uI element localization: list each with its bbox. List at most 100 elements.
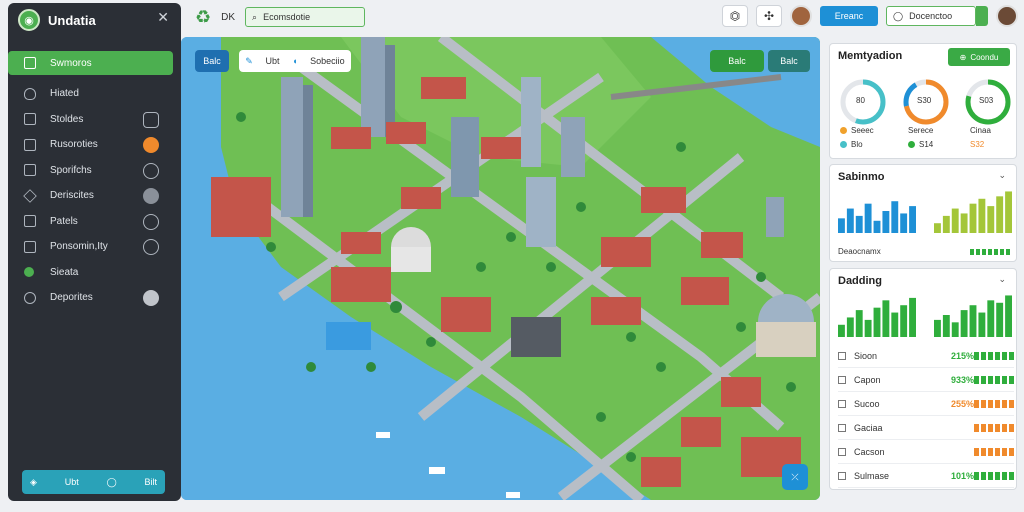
chart-bar bbox=[934, 223, 941, 233]
table-row[interactable]: Gaciaa bbox=[838, 416, 1014, 440]
sidebar-item-label: Sporifchs bbox=[50, 164, 92, 176]
search-submit-button[interactable] bbox=[976, 6, 988, 26]
message-icon[interactable] bbox=[143, 239, 159, 255]
chart-bar bbox=[873, 220, 881, 233]
chart-bar bbox=[1005, 191, 1012, 233]
sidebar-item-4[interactable]: Sporifchs bbox=[8, 158, 181, 184]
gauge-1-value: 80 bbox=[856, 96, 865, 105]
globe-icon bbox=[24, 164, 36, 177]
layer-label-2: Sobeciio bbox=[310, 56, 345, 66]
table-row[interactable]: Capon 933% bbox=[838, 368, 1014, 392]
recycle-icon[interactable]: ♻ bbox=[195, 7, 211, 28]
bell-icon[interactable]: ⏣ bbox=[722, 5, 748, 27]
checkbox[interactable] bbox=[838, 351, 846, 360]
city-map[interactable]: Balc ✎ Ubt ◖ Sobeciio Balc Balc ⤫ bbox=[181, 37, 820, 500]
right-search[interactable]: ◯ Docenctoo bbox=[886, 6, 988, 26]
chevron-down-icon[interactable]: ⌄ bbox=[998, 274, 1006, 285]
shield-icon bbox=[24, 87, 36, 100]
row-bar bbox=[974, 375, 1014, 384]
footer-right-label: Bilt bbox=[144, 477, 157, 487]
edit-icon: ✎ bbox=[245, 55, 253, 66]
search-field[interactable]: ◯ Docenctoo bbox=[886, 6, 976, 26]
metrics-action-label: Coondu bbox=[970, 52, 999, 62]
checkbox[interactable] bbox=[838, 423, 846, 432]
chart-bar bbox=[942, 315, 950, 337]
search-placeholder: Ecomsdotie bbox=[263, 12, 311, 22]
gauge-3-value: S03 bbox=[979, 96, 994, 105]
sidebar-item-8[interactable]: Sieata bbox=[8, 260, 181, 286]
metrics-action-button[interactable]: ⊕ Coondu bbox=[948, 48, 1010, 66]
app-title: Undatia bbox=[48, 12, 96, 28]
refresh-icon[interactable] bbox=[143, 213, 159, 230]
chart-bar bbox=[838, 218, 845, 233]
search-input[interactable]: ⌕ Ecomsdotie bbox=[245, 7, 366, 27]
footer-button[interactable]: ◈ Ubt ◯ Bilt bbox=[22, 470, 165, 494]
chart-bar bbox=[846, 317, 854, 337]
row-bar bbox=[974, 447, 1014, 456]
row-label: Sulmase bbox=[854, 470, 890, 481]
chart-panel-2: Dadding ⌄ Sioon 215% Capon 933% Sucoo 255% Gac… bbox=[829, 268, 1017, 490]
map-action-button-2[interactable]: Balc bbox=[768, 50, 810, 72]
legend-item: Cinaa bbox=[970, 126, 991, 135]
metrics-title: Memtyadion bbox=[838, 50, 903, 62]
sidebar-item-0[interactable]: Swmoros bbox=[8, 51, 173, 75]
status-dot-icon bbox=[24, 267, 34, 278]
layer-toggle[interactable]: ✎ Ubt ◖ Sobeciio bbox=[239, 50, 351, 72]
row-label: Sucoo bbox=[854, 398, 880, 409]
table-row[interactable]: Sulmase 101% bbox=[838, 464, 1014, 488]
edit-icon[interactable] bbox=[143, 290, 159, 306]
chart-1-title: Sabinmo bbox=[838, 171, 885, 183]
sidebar-item-1[interactable]: Hiated bbox=[8, 81, 181, 107]
sidebar-item-label: Patels bbox=[50, 215, 78, 227]
row-percent: 215% bbox=[950, 350, 974, 361]
checkbox[interactable] bbox=[838, 375, 846, 384]
sidebar-item-label: Swmoros bbox=[50, 57, 92, 69]
chart-bar bbox=[882, 300, 890, 337]
sidebar-item-label: Stoldes bbox=[50, 113, 84, 125]
sidebar-item-label: Deriscites bbox=[50, 190, 94, 202]
sidebar-item-label: Rusoroties bbox=[50, 139, 98, 151]
chart-bar bbox=[900, 213, 908, 233]
more-icon[interactable] bbox=[143, 188, 159, 204]
calendar-icon bbox=[24, 215, 36, 228]
file-icon bbox=[24, 57, 36, 69]
chart-bar bbox=[864, 203, 872, 233]
settings-icon[interactable]: ✣ bbox=[756, 5, 782, 27]
chart-1 bbox=[838, 191, 1012, 233]
checkbox[interactable] bbox=[838, 399, 846, 408]
row-percent: 933% bbox=[950, 374, 974, 385]
chart-bar bbox=[978, 198, 986, 233]
map-menu-button[interactable]: Balc bbox=[195, 50, 229, 72]
chart-bar bbox=[969, 203, 977, 233]
layer-label: Ubt bbox=[265, 56, 280, 66]
sidebar-item-label: Ponsomin,Ity bbox=[50, 241, 108, 253]
locate-icon[interactable]: ⤫ bbox=[782, 464, 808, 490]
table-row[interactable]: Cacson bbox=[838, 440, 1014, 464]
checkbox[interactable] bbox=[838, 447, 846, 456]
table-row[interactable]: Sioon 215% bbox=[838, 344, 1014, 368]
chart-bar bbox=[987, 206, 995, 233]
chart-bar bbox=[969, 305, 977, 337]
user-avatar[interactable] bbox=[996, 5, 1018, 27]
search-icon: ⌕ bbox=[252, 11, 258, 22]
sidebar-item-3[interactable]: Rusoroties bbox=[8, 132, 181, 158]
chart-bar bbox=[951, 208, 959, 233]
chevron-down-icon[interactable]: ⌄ bbox=[998, 170, 1006, 181]
map-action-button[interactable]: Balc bbox=[710, 50, 764, 72]
chart-bar bbox=[846, 208, 854, 233]
notification-icon[interactable] bbox=[143, 137, 159, 153]
sidebar-item-5[interactable]: Deriscites bbox=[8, 183, 181, 209]
sidebar-item-9[interactable]: Deporites bbox=[8, 285, 181, 311]
chart-2-title: Dadding bbox=[838, 275, 882, 287]
sidebar-nav: Swmoros Hiated Stoldes Rusoroties Sporif… bbox=[8, 51, 181, 311]
action-button[interactable]: Ereanc bbox=[820, 6, 878, 26]
chart-bar bbox=[873, 307, 881, 337]
sidebar-item-7[interactable]: Ponsomin,Ity bbox=[8, 234, 181, 260]
avatar[interactable] bbox=[790, 5, 812, 27]
sidebar-item-2[interactable]: Stoldes bbox=[8, 107, 181, 133]
table-row[interactable]: Sucoo 255% bbox=[838, 392, 1014, 416]
checkbox[interactable] bbox=[838, 471, 846, 480]
eye-icon: ◈ bbox=[30, 476, 37, 487]
close-icon[interactable]: ✕ bbox=[157, 9, 169, 26]
sidebar-item-6[interactable]: Patels bbox=[8, 209, 181, 235]
